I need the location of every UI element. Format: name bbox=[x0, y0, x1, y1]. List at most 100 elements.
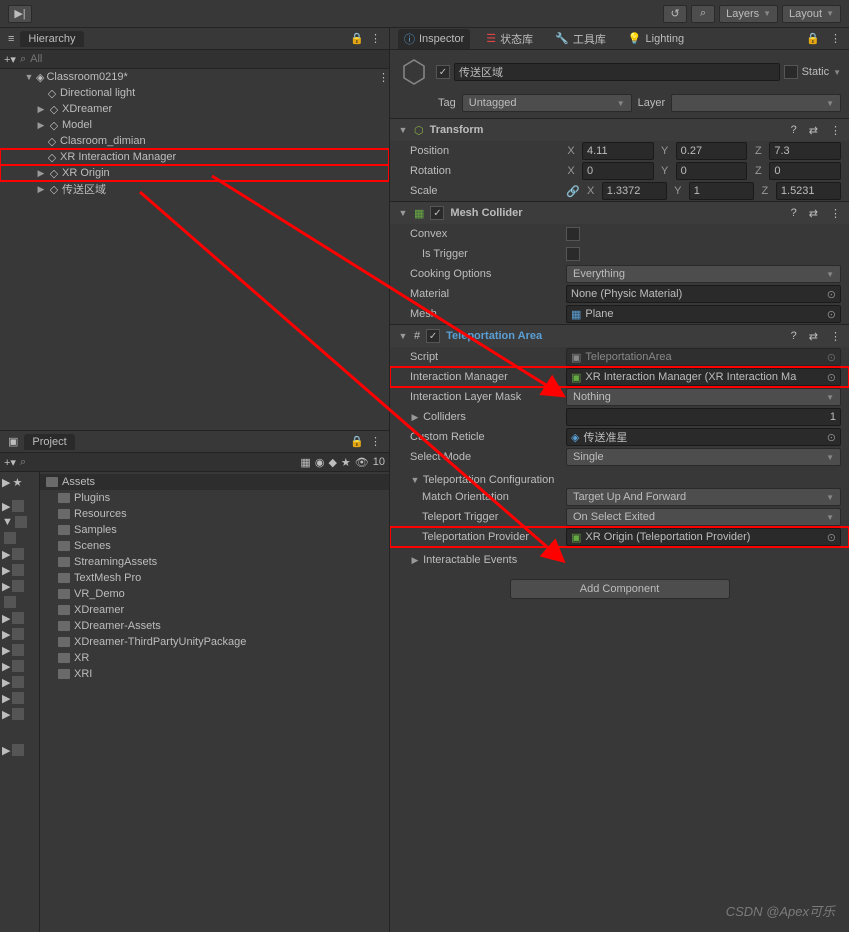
lock-icon[interactable]: 🔒 bbox=[350, 32, 364, 45]
filter3-icon[interactable]: ◆ bbox=[328, 456, 336, 469]
object-enabled-checkbox[interactable] bbox=[436, 65, 450, 79]
pos-z-field[interactable]: 7.3 bbox=[769, 142, 841, 160]
filter-icon[interactable]: ▦ bbox=[300, 456, 310, 469]
mesh-collider-header[interactable]: ▼▦Mesh Collider?⇄⋮ bbox=[390, 202, 849, 224]
rot-x-field[interactable]: 0 bbox=[582, 162, 654, 180]
fav-item[interactable]: ▶ bbox=[0, 690, 39, 706]
interactable-events-label[interactable]: ▶ Interactable Events bbox=[398, 554, 558, 566]
layer-mask-dropdown[interactable]: Nothing▼ bbox=[566, 388, 841, 406]
interaction-manager-field[interactable]: ▣XR Interaction Manager (XR Interaction … bbox=[566, 368, 841, 386]
mesh-field[interactable]: ▦Plane⊙ bbox=[566, 305, 841, 323]
scale-y-field[interactable]: 1 bbox=[689, 182, 754, 200]
folder-item[interactable]: XDreamer-Assets bbox=[40, 618, 389, 634]
fav-item[interactable]: ▶ bbox=[0, 658, 39, 674]
teleportation-header[interactable]: ▼#Teleportation Area?⇄⋮ bbox=[390, 325, 849, 347]
link-icon[interactable]: 🔗 bbox=[566, 185, 580, 198]
preset-icon[interactable]: ⇄ bbox=[809, 330, 818, 343]
folder-item[interactable]: Resources bbox=[40, 506, 389, 522]
folder-item[interactable]: XRI bbox=[40, 666, 389, 682]
folder-item[interactable]: XDreamer bbox=[40, 602, 389, 618]
fav-item[interactable] bbox=[0, 530, 39, 546]
folder-item[interactable]: Plugins bbox=[40, 490, 389, 506]
material-field[interactable]: None (Physic Material)⊙ bbox=[566, 285, 841, 303]
folder-item[interactable]: Scenes bbox=[40, 538, 389, 554]
folder-item[interactable]: StreamingAssets bbox=[40, 554, 389, 570]
fav-item[interactable]: ▶ bbox=[0, 498, 39, 514]
object-name-field[interactable]: 传送区域 bbox=[454, 63, 780, 81]
assets-folder[interactable]: Assets bbox=[40, 474, 389, 490]
fav-item[interactable]: ▶ bbox=[0, 706, 39, 722]
menu-icon[interactable]: ⋮ bbox=[830, 207, 841, 220]
tree-item-xr-origin[interactable]: ▶◇XR Origin bbox=[0, 165, 389, 181]
cooking-dropdown[interactable]: Everything▼ bbox=[566, 265, 841, 283]
add-dropdown-icon[interactable]: +▾ bbox=[4, 456, 16, 469]
fav-item[interactable]: ▼ bbox=[0, 514, 39, 530]
fav-item[interactable]: ▶ bbox=[0, 610, 39, 626]
folder-item[interactable]: Samples bbox=[40, 522, 389, 538]
pos-y-field[interactable]: 0.27 bbox=[676, 142, 748, 160]
layers-dropdown[interactable]: Layers▼ bbox=[719, 5, 778, 23]
add-dropdown-icon[interactable]: +▾ bbox=[4, 53, 16, 66]
colliders-label[interactable]: ▶ Colliders bbox=[398, 411, 558, 423]
options-icon[interactable]: ⋮ bbox=[370, 32, 381, 45]
mesh-enabled-checkbox[interactable] bbox=[430, 206, 444, 220]
layer-dropdown[interactable]: ▼ bbox=[671, 94, 841, 112]
fav-item[interactable]: ▶ bbox=[0, 642, 39, 658]
tag-dropdown[interactable]: Untagged▼ bbox=[462, 94, 632, 112]
tree-item[interactable]: ▶◇XDreamer bbox=[0, 101, 389, 117]
scale-z-field[interactable]: 1.5231 bbox=[776, 182, 841, 200]
state-tab[interactable]: ☰状态库 bbox=[480, 29, 539, 49]
folder-item[interactable]: XDreamer-ThirdPartyUnityPackage bbox=[40, 634, 389, 650]
preset-icon[interactable]: ⇄ bbox=[809, 124, 818, 137]
rot-y-field[interactable]: 0 bbox=[676, 162, 748, 180]
folder-item[interactable]: XR bbox=[40, 650, 389, 666]
select-mode-dropdown[interactable]: Single▼ bbox=[566, 448, 841, 466]
lighting-tab[interactable]: 💡Lighting bbox=[622, 30, 690, 47]
add-component-button[interactable]: Add Component bbox=[510, 579, 730, 599]
fav-item[interactable]: ▶ bbox=[0, 742, 39, 758]
scene-row[interactable]: ▼◈Classroom0219*⋮ bbox=[0, 69, 389, 85]
project-search-input[interactable] bbox=[30, 456, 296, 468]
static-checkbox[interactable] bbox=[784, 65, 798, 79]
menu-icon[interactable]: ⋮ bbox=[830, 124, 841, 137]
layout-dropdown[interactable]: Layout▼ bbox=[782, 5, 841, 23]
play-step-icon[interactable]: ▶| bbox=[8, 5, 32, 23]
lock-icon[interactable]: 🔒 bbox=[806, 32, 820, 45]
transform-header[interactable]: ▼⬡Transform?⇄⋮ bbox=[390, 119, 849, 141]
trigger-checkbox[interactable] bbox=[566, 247, 580, 261]
menu-icon[interactable]: ⋮ bbox=[830, 330, 841, 343]
teleport-provider-field[interactable]: ▣XR Origin (Teleportation Provider)⊙ bbox=[566, 528, 841, 546]
fav-item[interactable]: ▶★ bbox=[0, 474, 39, 490]
folder-item[interactable]: VR_Demo bbox=[40, 586, 389, 602]
filter2-icon[interactable]: ◉ bbox=[315, 456, 325, 469]
hidden-icon[interactable]: 👁 bbox=[355, 456, 369, 469]
fav-item[interactable]: ▶ bbox=[0, 626, 39, 642]
tree-item[interactable]: ▶◇Model bbox=[0, 117, 389, 133]
tree-item[interactable]: ◇Clasroom_dimian bbox=[0, 133, 389, 149]
fav-item[interactable]: ▶ bbox=[0, 562, 39, 578]
scene-options-icon[interactable]: ⋮ bbox=[378, 71, 389, 84]
reticle-field[interactable]: ◈传送准星⊙ bbox=[566, 428, 841, 446]
teleport-enabled-checkbox[interactable] bbox=[426, 329, 440, 343]
help-icon[interactable]: ? bbox=[791, 207, 797, 220]
hierarchy-search-input[interactable] bbox=[30, 53, 385, 65]
tree-item[interactable]: ▶◇传送区域 bbox=[0, 181, 389, 197]
pos-x-field[interactable]: 4.11 bbox=[582, 142, 654, 160]
scale-x-field[interactable]: 1.3372 bbox=[602, 182, 667, 200]
fav-item[interactable]: ▶ bbox=[0, 546, 39, 562]
inspector-tab[interactable]: ⓘInspector bbox=[398, 29, 470, 49]
teleport-trigger-dropdown[interactable]: On Select Exited▼ bbox=[566, 508, 841, 526]
folder-item[interactable]: TextMesh Pro bbox=[40, 570, 389, 586]
tree-item[interactable]: ◇Directional light bbox=[0, 85, 389, 101]
fav-item[interactable]: ▶ bbox=[0, 674, 39, 690]
colliders-count-field[interactable]: 1 bbox=[566, 408, 841, 426]
help-icon[interactable]: ? bbox=[791, 124, 797, 137]
search-global-icon[interactable]: ⌕ bbox=[691, 5, 715, 23]
hierarchy-tab[interactable]: Hierarchy bbox=[20, 31, 83, 47]
match-orientation-dropdown[interactable]: Target Up And Forward▼ bbox=[566, 488, 841, 506]
tree-item-xr-interaction-manager[interactable]: ◇XR Interaction Manager bbox=[0, 149, 389, 165]
options-icon[interactable]: ⋮ bbox=[830, 32, 841, 45]
teleport-config-label[interactable]: ▼ Teleportation Configuration bbox=[398, 474, 558, 486]
lock-icon[interactable]: 🔒 bbox=[350, 435, 364, 448]
fav-item[interactable]: ▶ bbox=[0, 578, 39, 594]
